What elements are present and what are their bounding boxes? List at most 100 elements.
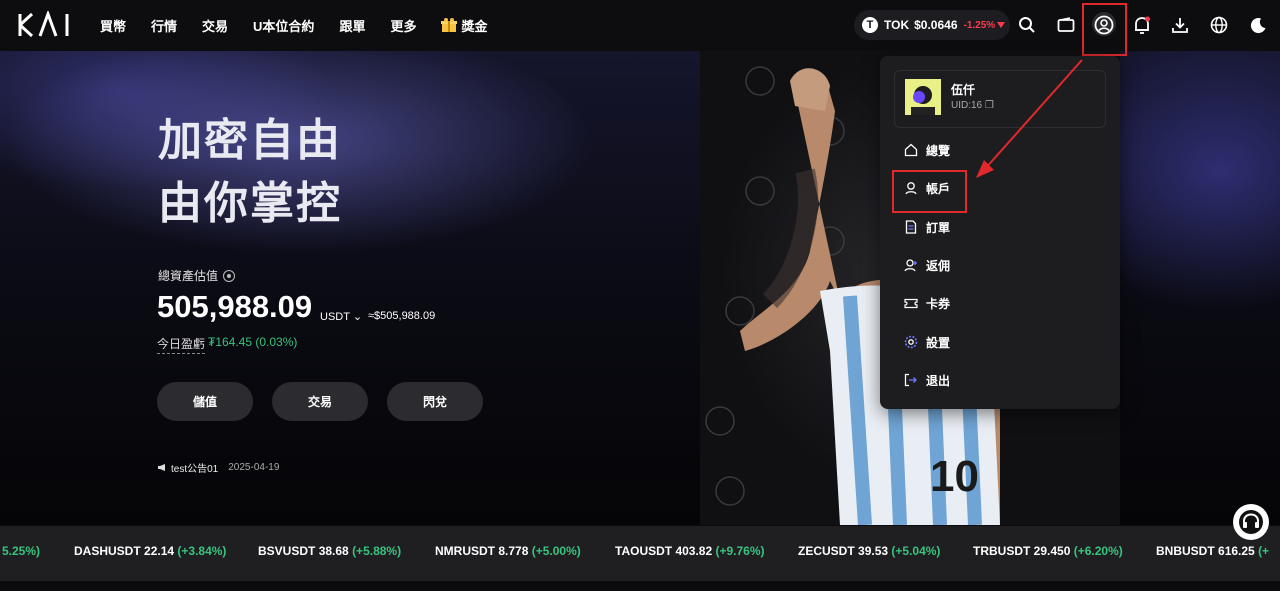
ticker-symbol: TAOUSDT (615, 544, 673, 558)
asset-unit-select[interactable]: USDT ⌄ (320, 310, 362, 323)
menu-logout[interactable]: 退出 (904, 370, 950, 390)
ticker-item[interactable]: BNBUSDT 616.25 (+ (1156, 544, 1269, 558)
ticker-change: (+3.84%) (177, 544, 227, 558)
ticker-change: (+5.04%) (891, 544, 941, 558)
menu-orders[interactable]: 訂單 (904, 217, 950, 237)
tok-price-pill[interactable]: T TOK $0.0646 -1.25% (854, 10, 1010, 40)
ticker-change: (+ (1258, 544, 1270, 558)
download-icon[interactable] (1168, 13, 1192, 37)
ticker-symbol: ZECUSDT (798, 544, 855, 558)
menu-logout-label: 退出 (926, 373, 951, 388)
menu-settings[interactable]: 設置 (904, 332, 950, 352)
ticker-price: 38.68 (318, 544, 349, 558)
ticker-price: 8.778 (498, 544, 529, 558)
ticket-icon (904, 298, 918, 309)
hero-headline-line1: 加密自由 (158, 116, 342, 165)
tok-change: -1.25% (963, 19, 996, 31)
ticker-price: 616.25 (1218, 544, 1255, 558)
nav-usdt-futures[interactable]: U本位合約 (253, 16, 314, 35)
nav-copy-trading[interactable]: 跟單 (339, 16, 365, 35)
total-assets-label: 總資產估值 (158, 267, 236, 284)
megaphone-icon (158, 464, 165, 471)
menu-overview[interactable]: 總覽 (904, 140, 950, 160)
nav-trade[interactable]: 交易 (202, 16, 228, 35)
hero-headline-line2: 由你掌控 (158, 179, 342, 228)
tok-price: $0.0646 (914, 18, 958, 32)
search-icon[interactable] (1015, 13, 1039, 37)
menu-coupons-label: 卡券 (926, 296, 951, 311)
menu-settings-label: 設置 (926, 335, 951, 350)
gear-icon (904, 335, 918, 349)
nav-markets[interactable]: 行情 (151, 16, 177, 35)
gift-icon (441, 18, 458, 32)
total-assets-text: 總資產估值 (158, 269, 219, 283)
ticker-item[interactable]: DASHUSDT 22.14 (+3.84%) (74, 544, 226, 558)
user-plus-icon (904, 259, 917, 272)
eye-icon[interactable] (223, 269, 236, 282)
trade-button[interactable]: 交易 (272, 382, 368, 421)
down-triangle-icon (997, 22, 1006, 28)
ticker-item[interactable]: TAOUSDT 403.82 (+9.76%) (615, 544, 765, 558)
bottom-strip (0, 581, 1280, 591)
ticker-item[interactable]: TRBUSDT 29.450 (+6.20%) (973, 544, 1123, 558)
ticker-change: (+5.00%) (531, 544, 581, 558)
menu-coupons[interactable]: 卡券 (904, 293, 950, 313)
rewards-label: 獎金 (461, 19, 488, 34)
customer-support-headset-icon[interactable] (1233, 504, 1269, 540)
ticker-item[interactable]: ZECUSDT 39.53 (+5.04%) (798, 544, 940, 558)
today-pnl-label[interactable]: 今日盈虧 (157, 335, 206, 354)
tok-symbol: TOK (884, 18, 910, 32)
asset-unit-text: USDT (320, 311, 350, 323)
announcement-date: 2025-04-19 (228, 462, 280, 473)
ticker-change: (+5.88%) (352, 544, 402, 558)
annotation-arrow (976, 59, 1083, 178)
ticker-price: 29.450 (1033, 544, 1071, 558)
asset-usd-equivalent: ≈$505,988.09 (368, 310, 436, 322)
menu-account[interactable]: 帳戶 (904, 178, 950, 198)
market-ticker-bar: 5.25%) DASHUSDT 22.14 (+3.84%) BSVUSDT 3… (0, 526, 1280, 581)
avatar (905, 79, 941, 115)
ticker-symbol: BNBUSDT (1156, 544, 1215, 558)
ticker-symbol: NMRUSDT (435, 544, 495, 558)
total-assets-value: 505,988.09 (157, 289, 313, 324)
today-pnl-value: ₮164.45 (0.03%) (208, 335, 298, 349)
ticker-change: (+6.20%) (1073, 544, 1123, 558)
ticker-item[interactable]: BSVUSDT 38.68 (+5.88%) (258, 544, 401, 558)
ticker-change: (+9.76%) (715, 544, 765, 558)
menu-rebate-label: 返佣 (926, 258, 951, 273)
ticker-item[interactable]: NMRUSDT 8.778 (+5.00%) (435, 544, 581, 558)
logout-icon (904, 373, 917, 387)
ticker-symbol: BSVUSDT (258, 544, 316, 558)
announcement[interactable]: test公告01 2025-04-19 (157, 460, 279, 475)
document-icon (905, 220, 917, 234)
nav-buy-crypto[interactable]: 買幣 (100, 16, 126, 35)
ticker-price: 39.53 (858, 544, 889, 558)
tok-coin-icon: T (862, 17, 878, 33)
globe-icon[interactable] (1207, 13, 1231, 37)
menu-orders-label: 訂單 (926, 220, 951, 235)
menu-rebate[interactable]: 返佣 (904, 255, 950, 275)
hero-headline: 加密自由 由你掌控 (158, 109, 342, 235)
ticker-item[interactable]: 5.25%) (2, 544, 40, 558)
wallet-icon[interactable] (1054, 13, 1078, 37)
svg-text:10: 10 (930, 452, 979, 501)
menu-overview-label: 總覽 (926, 143, 951, 158)
user-icon (905, 182, 917, 195)
chevron-down-icon: ⌄ (352, 311, 363, 323)
ticker-symbol: DASHUSDT (74, 544, 141, 558)
menu-account-label: 帳戶 (926, 181, 951, 196)
home-icon (904, 143, 918, 157)
ticker-change: 5.25%) (2, 544, 41, 558)
convert-button[interactable]: 閃兌 (387, 382, 483, 421)
dark-mode-moon-icon[interactable] (1246, 13, 1270, 37)
ticker-price: 403.82 (675, 544, 713, 558)
nav-more[interactable]: 更多 (390, 16, 416, 35)
ticker-symbol: TRBUSDT (973, 544, 1031, 558)
deposit-button[interactable]: 儲值 (157, 382, 253, 421)
kai-logo[interactable] (18, 9, 74, 39)
ticker-price: 22.14 (144, 544, 175, 558)
announcement-title: test公告01 (171, 464, 219, 475)
nav-rewards[interactable]: 獎金 (441, 16, 487, 35)
bell-icon[interactable] (1130, 13, 1154, 37)
highlight-user-box (1082, 3, 1127, 56)
